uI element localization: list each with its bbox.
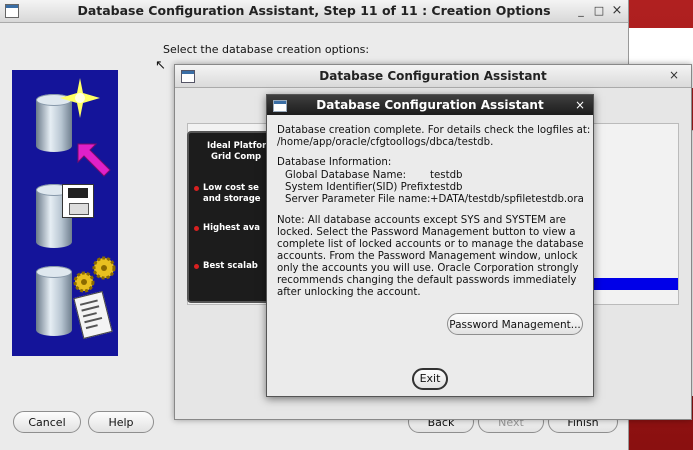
main-window-title: Database Configuration Assistant, Step 1… bbox=[77, 3, 551, 18]
mouse-cursor-icon: ↖ bbox=[155, 58, 166, 73]
maximize-button[interactable]: □ bbox=[592, 4, 606, 18]
spfile-label: Server Parameter File name: bbox=[285, 194, 431, 205]
note-line: locked. Select the Password Management b… bbox=[277, 227, 576, 238]
note-line: after unlocking the account. bbox=[277, 287, 421, 298]
exit-button[interactable]: Exit bbox=[412, 368, 448, 390]
logfile-path: /home/app/oracle/cfgtoollogs/dbca/testdb… bbox=[277, 137, 494, 148]
database-info-heading: Database Information: bbox=[277, 157, 392, 168]
promo-bullet: Low cost se bbox=[194, 183, 259, 193]
spfile-value: +DATA/testdb/spfiletestdb.ora bbox=[430, 194, 584, 205]
wizard-illustration bbox=[12, 70, 118, 356]
creation-complete-dialog: Database Configuration Assistant × Datab… bbox=[266, 94, 594, 397]
note-line: Note: All database accounts except SYS a… bbox=[277, 215, 566, 226]
background-dialog-close-button[interactable]: × bbox=[667, 68, 681, 82]
database-cylinder-icon bbox=[36, 266, 72, 336]
gears-icon bbox=[73, 256, 116, 293]
sql-document-icon bbox=[73, 290, 113, 340]
promo-heading-2: Grid Comp bbox=[211, 152, 262, 162]
pointer-arrow-icon bbox=[77, 143, 111, 177]
progress-bar-fill bbox=[594, 278, 678, 290]
sid-prefix-value: testdb bbox=[430, 182, 463, 193]
note-line: only the accounts you will use. Oracle C… bbox=[277, 263, 579, 274]
note-line: accounts. From the Password Management w… bbox=[277, 251, 578, 262]
background-dialog-titlebar[interactable]: Database Configuration Assistant × bbox=[175, 65, 691, 88]
minimize-button[interactable]: _ bbox=[574, 4, 588, 18]
close-button[interactable]: × bbox=[610, 4, 624, 18]
star-burst-icon bbox=[60, 78, 100, 118]
step-prompt: Select the database creation options: bbox=[163, 43, 370, 56]
global-db-name-value: testdb bbox=[430, 170, 463, 181]
password-management-button[interactable]: Password Management... bbox=[447, 313, 583, 335]
completion-message: Database creation complete. For details … bbox=[277, 125, 591, 136]
oracle-promo-panel: Ideal Platfor Grid Comp Low cost se and … bbox=[187, 131, 275, 303]
promo-bullet: Highest ava bbox=[193, 223, 261, 233]
global-db-name-label: Global Database Name: bbox=[285, 170, 407, 181]
sid-prefix-label: System Identifier(SID) Prefix: bbox=[285, 182, 433, 193]
note-line: recommends changing the default password… bbox=[277, 275, 577, 286]
promo-bullet-continued: and storage bbox=[203, 194, 261, 204]
background-dialog-title: Database Configuration Assistant bbox=[319, 69, 547, 83]
dialog-titlebar[interactable]: Database Configuration Assistant × bbox=[267, 95, 593, 115]
main-window-titlebar[interactable]: Database Configuration Assistant, Step 1… bbox=[0, 0, 628, 23]
dialog-title: Database Configuration Assistant bbox=[316, 98, 544, 112]
dialog-close-button[interactable]: × bbox=[573, 98, 587, 112]
floppy-disk-icon bbox=[62, 184, 94, 218]
cancel-button[interactable]: Cancel bbox=[13, 411, 81, 433]
help-button[interactable]: Help bbox=[88, 411, 154, 433]
promo-heading-1: Ideal Platfor bbox=[207, 141, 267, 151]
promo-bullet: Best scalab bbox=[194, 261, 258, 271]
note-line: complete list of locked accounts or to m… bbox=[277, 239, 584, 250]
